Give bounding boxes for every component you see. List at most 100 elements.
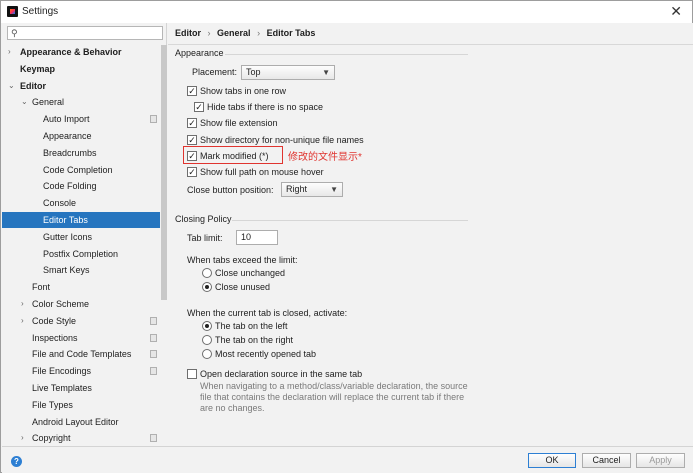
checkbox-label: Show file extension bbox=[200, 118, 278, 128]
sidebar-item-file-encodings[interactable]: File Encodings bbox=[2, 363, 160, 379]
checkbox-label: Open declaration source in the same tab bbox=[200, 369, 363, 379]
breadcrumb-divider bbox=[168, 44, 693, 45]
radio-button[interactable] bbox=[202, 321, 212, 331]
chevron-right-icon[interactable]: › bbox=[8, 44, 11, 60]
placement-dropdown[interactable]: Top ▼ bbox=[241, 65, 335, 80]
radio-label: Close unused bbox=[215, 282, 271, 292]
sidebar-item-android-layout-editor[interactable]: Android Layout Editor bbox=[2, 414, 160, 430]
settings-content: Editor › General › Editor Tabs Appearanc… bbox=[168, 23, 693, 446]
sidebar-item-label: Console bbox=[43, 198, 77, 209]
radio-label: Close unchanged bbox=[215, 268, 286, 278]
intellij-app-icon bbox=[7, 6, 18, 17]
sidebar-item-label: Auto Import bbox=[43, 114, 90, 125]
sidebar-item-live-templates[interactable]: Live Templates bbox=[2, 380, 160, 396]
sidebar-item-file-and-code-templates[interactable]: File and Code Templates bbox=[2, 346, 160, 362]
sidebar-item-label: Code Style bbox=[32, 315, 77, 326]
sidebar-item-inspections[interactable]: Inspections bbox=[2, 330, 160, 346]
sidebar-item-label: General bbox=[32, 97, 65, 108]
checkbox-label: Show directory for non-unique file names bbox=[200, 135, 364, 145]
breadcrumb-separator: › bbox=[257, 28, 261, 38]
sidebar-item-gutter-icons[interactable]: Gutter Icons bbox=[2, 229, 160, 245]
sidebar-item-label: Live Templates bbox=[32, 383, 92, 393]
sidebar-item-label: Code Completion bbox=[43, 164, 113, 175]
help-icon[interactable]: ? bbox=[11, 456, 22, 467]
radio-button[interactable] bbox=[202, 282, 212, 292]
sidebar-item-label: Editor Tabs bbox=[43, 215, 88, 225]
sidebar-item-label: Android Layout Editor bbox=[32, 416, 119, 427]
sidebar-scrollbar[interactable] bbox=[161, 45, 167, 447]
placement-value: Top bbox=[246, 67, 261, 77]
search-icon: ⚲ bbox=[11, 28, 18, 38]
sidebar-item-label: Editor bbox=[20, 80, 46, 91]
sidebar-item-file-types[interactable]: File Types bbox=[2, 397, 160, 413]
sidebar-item-editor[interactable]: ⌄ Editor bbox=[2, 78, 160, 94]
close-window-button[interactable]: ✕ bbox=[670, 3, 682, 20]
sidebar-item-code-completion[interactable]: Code Completion bbox=[2, 162, 160, 178]
checkbox-box[interactable]: ✓ bbox=[194, 102, 204, 112]
apply-button[interactable]: Apply bbox=[636, 453, 685, 468]
chevron-down-icon[interactable]: ⌄ bbox=[8, 78, 15, 94]
tab-limit-input[interactable]: 10 bbox=[236, 230, 278, 245]
sidebar-item-font[interactable]: Font bbox=[2, 279, 160, 295]
checkbox-label: Mark modified (*) bbox=[200, 151, 269, 161]
ok-button[interactable]: OK bbox=[528, 453, 576, 468]
sidebar-item-label: Gutter Icons bbox=[43, 231, 93, 242]
sidebar-item-color-scheme[interactable]: › Color Scheme bbox=[2, 296, 160, 312]
project-scope-icon bbox=[150, 367, 157, 376]
project-scope-icon bbox=[150, 333, 157, 342]
sidebar-item-breadcrumbs[interactable]: Breadcrumbs bbox=[2, 145, 160, 161]
settings-search[interactable]: ⚲ bbox=[7, 26, 163, 40]
sidebar-item-editor-tabs[interactable]: Editor Tabs bbox=[2, 212, 160, 228]
checkbox-box[interactable]: ✓ bbox=[187, 135, 197, 145]
appearance-section-divider bbox=[225, 54, 468, 55]
checkbox-box[interactable]: ✓ bbox=[187, 118, 197, 128]
breadcrumb-general[interactable]: General bbox=[217, 28, 251, 38]
sidebar-item-auto-import[interactable]: Auto Import bbox=[2, 111, 160, 127]
breadcrumb: Editor › General › Editor Tabs bbox=[175, 28, 319, 38]
activate-label: When the current tab is closed, activate… bbox=[187, 308, 348, 318]
breadcrumb-separator: › bbox=[207, 28, 211, 38]
close-button-position-dropdown[interactable]: Right ▼ bbox=[281, 182, 343, 197]
sidebar-item-console[interactable]: Console bbox=[2, 195, 160, 211]
settings-sidebar: ⚲ › Appearance & Behavior Keymap ⌄ Editor ⌄ Ge… bbox=[2, 23, 167, 447]
placement-label: Placement: bbox=[192, 67, 238, 77]
sidebar-item-label: File Encodings bbox=[32, 366, 92, 377]
cancel-button[interactable]: Cancel bbox=[582, 453, 631, 468]
mark-modified-annotation: 修改的文件显示* bbox=[288, 152, 362, 163]
chevron-right-icon[interactable]: › bbox=[21, 313, 24, 329]
radio-button[interactable] bbox=[202, 349, 212, 359]
sidebar-item-appearance[interactable]: Appearance bbox=[2, 128, 160, 144]
settings-tree: › Appearance & Behavior Keymap ⌄ Editor ⌄ Gene… bbox=[2, 44, 160, 446]
radio-button[interactable] bbox=[202, 335, 212, 345]
tab-limit-label: Tab limit: bbox=[187, 233, 223, 243]
chevron-right-icon[interactable]: › bbox=[21, 430, 24, 446]
checkbox-box[interactable]: ✓ bbox=[187, 86, 197, 96]
sidebar-item-smart-keys[interactable]: Smart Keys bbox=[2, 262, 160, 278]
chevron-down-icon: ▼ bbox=[322, 68, 330, 77]
sidebar-item-postfix-completion[interactable]: Postfix Completion bbox=[2, 246, 160, 262]
checkbox-box[interactable] bbox=[187, 369, 197, 379]
breadcrumb-editor[interactable]: Editor bbox=[175, 28, 201, 38]
sidebar-item-code-folding[interactable]: Code Folding bbox=[2, 178, 160, 194]
radio-button[interactable] bbox=[202, 268, 212, 278]
sidebar-item-code-style[interactable]: › Code Style bbox=[2, 313, 160, 329]
sidebar-item-appearance-behavior[interactable]: › Appearance & Behavior bbox=[2, 44, 160, 60]
sidebar-item-keymap[interactable]: Keymap bbox=[2, 61, 160, 77]
project-scope-icon bbox=[150, 115, 157, 124]
sidebar-item-label: File and Code Templates bbox=[32, 349, 132, 360]
radio-label: The tab on the right bbox=[215, 335, 294, 345]
search-input[interactable] bbox=[22, 27, 158, 39]
sidebar-scroll-thumb[interactable] bbox=[161, 45, 167, 300]
sidebar-item-label: Appearance bbox=[43, 131, 92, 141]
exceed-limit-label: When tabs exceed the limit: bbox=[187, 255, 298, 265]
chevron-right-icon[interactable]: › bbox=[21, 296, 24, 312]
chevron-down-icon[interactable]: ⌄ bbox=[21, 94, 28, 110]
checkbox-box[interactable]: ✓ bbox=[187, 151, 197, 161]
sidebar-item-copyright[interactable]: › Copyright bbox=[2, 430, 160, 446]
sidebar-item-label: Appearance & Behavior bbox=[20, 47, 122, 57]
checkbox-box[interactable]: ✓ bbox=[187, 167, 197, 177]
closing-policy-section-divider bbox=[232, 220, 468, 221]
radio-label: Most recently opened tab bbox=[215, 349, 317, 359]
sidebar-item-general[interactable]: ⌄ General bbox=[2, 94, 160, 110]
window-title: Settings bbox=[22, 6, 59, 17]
